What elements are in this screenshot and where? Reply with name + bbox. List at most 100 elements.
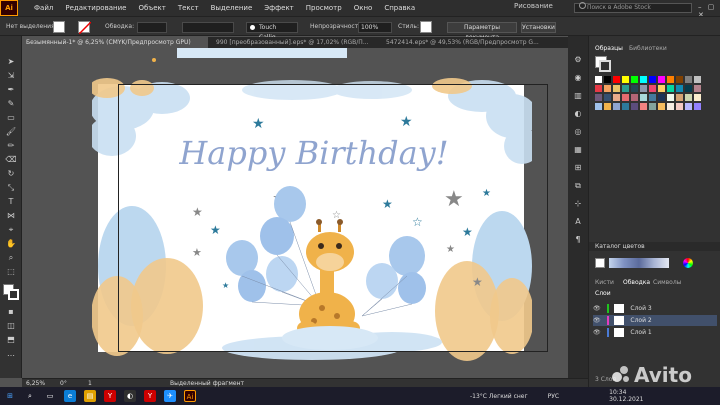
layer-row-1[interactable]: 👁 Слой 1: [593, 327, 717, 338]
clock[interactable]: 10:34 30.12.2021: [609, 389, 643, 403]
swatch[interactable]: [640, 94, 647, 101]
swatch[interactable]: [595, 103, 602, 110]
swatch[interactable]: [667, 94, 674, 101]
swatch[interactable]: [604, 103, 611, 110]
artboard-artwork[interactable]: Happy Birthday! ★ ★ ★ ★ ★ ☆ ★ ★ ★ ★ ★ ★ …: [92, 76, 532, 366]
tab-untitled[interactable]: Безымянный-1* @ 6,25% (CMYK/Предпросмотр…: [22, 37, 208, 48]
graphic-style-swatch[interactable]: [420, 21, 432, 33]
yandex-icon[interactable]: Y: [104, 390, 116, 402]
eraser-tool-icon[interactable]: ⌫: [5, 154, 17, 166]
swatch[interactable]: [640, 76, 647, 83]
swatch[interactable]: [676, 103, 683, 110]
swatch[interactable]: [676, 85, 683, 92]
catalog-harmony-strip[interactable]: [609, 258, 669, 268]
swatch[interactable]: [640, 103, 647, 110]
tab-5472414[interactable]: 5472414.eps* @ 49,53% (RGB/Предпросмотр …: [382, 37, 548, 48]
swatch-stroke-preview[interactable]: [599, 60, 611, 72]
fill-swatch[interactable]: [53, 21, 65, 33]
pencil-tool-icon[interactable]: ✏: [5, 140, 17, 152]
swatch[interactable]: [694, 103, 701, 110]
swatch[interactable]: [685, 85, 692, 92]
transparency-icon[interactable]: ◐: [572, 108, 584, 120]
swatch[interactable]: [694, 94, 701, 101]
telegram-icon[interactable]: ✈: [164, 390, 176, 402]
menu-effect[interactable]: Эффект: [258, 0, 299, 16]
menu-type[interactable]: Текст: [172, 0, 205, 16]
swatch[interactable]: [658, 76, 665, 83]
swatch[interactable]: [631, 85, 638, 92]
canvas-area[interactable]: Happy Birthday! ★ ★ ★ ★ ★ ☆ ★ ★ ★ ★ ★ ★ …: [22, 48, 588, 378]
menu-object[interactable]: Объект: [132, 0, 171, 16]
menu-help[interactable]: Справка: [378, 0, 421, 16]
color-guide-icon[interactable]: ▥: [572, 90, 584, 102]
swatch[interactable]: [649, 85, 656, 92]
hand-tool-icon[interactable]: ✋: [5, 238, 17, 250]
tab-brushes[interactable]: Кисти: [595, 279, 614, 286]
pathfinder-icon[interactable]: ⧉: [572, 180, 584, 192]
graphic-styles-icon[interactable]: ▦: [572, 144, 584, 156]
swatch[interactable]: [613, 85, 620, 92]
taskbar-search-icon[interactable]: ⌕: [24, 390, 36, 402]
menu-file[interactable]: Файл: [28, 0, 59, 16]
swatch-grid[interactable]: [595, 76, 719, 156]
swatch[interactable]: [685, 103, 692, 110]
swatch[interactable]: [667, 76, 674, 83]
swatch[interactable]: [622, 94, 629, 101]
direct-selection-tool-icon[interactable]: ⇲: [5, 70, 17, 82]
artboard-tool-icon[interactable]: ⬚: [5, 266, 17, 278]
swatch[interactable]: [649, 76, 656, 83]
menu-window[interactable]: Окно: [348, 0, 379, 16]
appearance-icon[interactable]: ◎: [572, 126, 584, 138]
swatch[interactable]: [613, 76, 620, 83]
swatch[interactable]: [595, 85, 602, 92]
catalog-base-color[interactable]: [595, 258, 605, 268]
menu-edit[interactable]: Редактирование: [59, 0, 132, 16]
swatch[interactable]: [604, 85, 611, 92]
scale-tool-icon[interactable]: ⤡: [5, 182, 17, 194]
swatch[interactable]: [604, 76, 611, 83]
color-wheel-icon[interactable]: [683, 258, 693, 268]
screen-mode-icon[interactable]: ⬒: [5, 334, 17, 346]
variable-width-profile[interactable]: [182, 22, 234, 33]
stroke-color-icon[interactable]: [8, 289, 19, 300]
swatch[interactable]: [649, 103, 656, 110]
menu-view[interactable]: Просмотр: [300, 0, 348, 16]
layer-row-3[interactable]: 👁 Слой 3: [593, 303, 717, 314]
layer-row-2[interactable]: 👁 Слой 2: [593, 315, 717, 326]
taskbar-app-icon[interactable]: ◐: [124, 390, 136, 402]
type-tool-icon[interactable]: T: [5, 196, 17, 208]
preferences-button[interactable]: Установки: [521, 22, 556, 33]
paintbrush-tool-icon[interactable]: 🖌: [5, 126, 17, 138]
curvature-tool-icon[interactable]: ✎: [5, 98, 17, 110]
swatch[interactable]: [685, 94, 692, 101]
task-view-icon[interactable]: ▭: [44, 390, 56, 402]
windows-start-icon[interactable]: ⊞: [4, 390, 16, 402]
pen-tool-icon[interactable]: ✒: [5, 84, 17, 96]
draw-mode-icon[interactable]: ◫: [5, 320, 17, 332]
tab-stroke[interactable]: Обводка: [623, 279, 650, 286]
swatch[interactable]: [676, 94, 683, 101]
rotate-tool-icon[interactable]: ↻: [5, 168, 17, 180]
weather-widget[interactable]: -13°C Легкий снег: [470, 393, 528, 400]
swatch[interactable]: [631, 103, 638, 110]
transform-icon[interactable]: ⊹: [572, 198, 584, 210]
eyedropper-tool-icon[interactable]: ⌖: [5, 224, 17, 236]
swatch[interactable]: [685, 76, 692, 83]
stroke-swatch[interactable]: [78, 21, 92, 35]
edge-icon[interactable]: e: [64, 390, 76, 402]
swatch[interactable]: [667, 85, 674, 92]
selection-tool-icon[interactable]: ➤: [5, 56, 17, 68]
swatch[interactable]: [604, 94, 611, 101]
align-icon[interactable]: ⊞: [572, 162, 584, 174]
opacity-input[interactable]: 100%: [358, 22, 392, 33]
swatch[interactable]: [667, 103, 674, 110]
document-setup-button[interactable]: Параметры документа: [447, 22, 517, 41]
menu-select[interactable]: Выделение: [205, 0, 259, 16]
color-mode-icon[interactable]: ▪: [5, 306, 17, 318]
swatch[interactable]: [676, 76, 683, 83]
swatch[interactable]: [640, 85, 647, 92]
swatch[interactable]: [631, 76, 638, 83]
zoom-tool-icon[interactable]: ⌕: [5, 252, 17, 264]
properties-panel-icon[interactable]: ⚙: [572, 54, 584, 66]
width-tool-icon[interactable]: ⋈: [5, 210, 17, 222]
